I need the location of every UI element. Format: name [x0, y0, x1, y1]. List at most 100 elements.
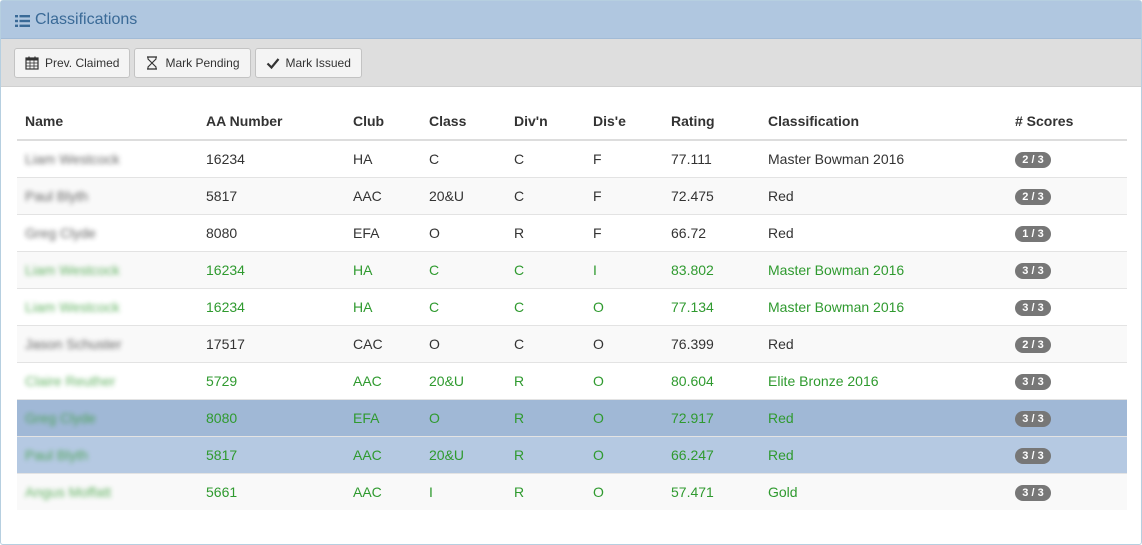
cell-classification: Red [760, 436, 1007, 474]
cell-club: AAC [345, 473, 421, 510]
cell-rating: 77.111 [663, 140, 760, 178]
mark-pending-label: Mark Pending [165, 55, 240, 70]
mark-issued-label: Mark Issued [285, 55, 351, 70]
cell-class: C [421, 140, 506, 178]
cell-class: O [421, 325, 506, 363]
cell-distance: I [585, 251, 663, 289]
checkmark-icon [266, 57, 279, 69]
cell-distance: O [585, 325, 663, 363]
cell-club: CAC [345, 325, 421, 363]
header-class[interactable]: Class [421, 103, 506, 141]
cell-division: R [506, 362, 585, 400]
cell-division: R [506, 473, 585, 510]
archer-name: Claire Reuther [25, 372, 116, 389]
cell-classification: Red [760, 214, 1007, 252]
mark-issued-button[interactable]: Mark Issued [254, 47, 362, 78]
table-row[interactable]: Greg Clyde 8080 EFA O R F 66.72 Red 1 / … [17, 214, 1127, 252]
cell-classification: Master Bowman 2016 [760, 288, 1007, 326]
header-scores[interactable]: # Scores [1007, 103, 1127, 141]
cell-aa-number: 16234 [198, 140, 345, 178]
table-row[interactable]: Angus Moffatt 5661 AAC I R O 57.471 Gold… [17, 473, 1127, 510]
cell-distance: F [585, 177, 663, 215]
cell-classification: Elite Bronze 2016 [760, 362, 1007, 400]
table-row[interactable]: Liam Westcock 16234 HA C C F 77.111 Mast… [17, 140, 1127, 178]
cell-rating: 72.475 [663, 177, 760, 215]
table-row[interactable]: Liam Westcock 16234 HA C C I 83.802 Mast… [17, 251, 1127, 289]
archer-name: Liam Westcock [25, 150, 120, 167]
header-club[interactable]: Club [345, 103, 421, 141]
archer-name: Greg Clyde [25, 409, 96, 426]
cell-class: 20&U [421, 177, 506, 215]
cell-division: C [506, 325, 585, 363]
cell-classification: Red [760, 399, 1007, 437]
scores-badge: 3 / 3 [1015, 410, 1051, 427]
cell-scores: 3 / 3 [1007, 288, 1127, 326]
classifications-table-wrap: Name AA Number Club Class Div'n Dis'e Ra… [17, 103, 1127, 510]
cell-division: C [506, 177, 585, 215]
cell-scores: 3 / 3 [1007, 399, 1127, 437]
cell-name: Angus Moffatt [17, 473, 198, 510]
scores-badge: 2 / 3 [1015, 336, 1051, 353]
cell-name: Liam Westcock [17, 251, 198, 289]
cell-distance: O [585, 473, 663, 510]
mark-pending-button[interactable]: Mark Pending [134, 47, 251, 78]
header-name[interactable]: Name [17, 103, 198, 141]
cell-distance: O [585, 399, 663, 437]
cell-club: AAC [345, 436, 421, 474]
cell-classification: Master Bowman 2016 [760, 140, 1007, 178]
classifications-panel: Classifications Prev. Claimed Mark Pendi… [0, 0, 1142, 545]
cell-club: HA [345, 288, 421, 326]
cell-name: Greg Clyde [17, 214, 198, 252]
cell-name: Paul Blyth [17, 177, 198, 215]
header-division[interactable]: Div'n [506, 103, 585, 141]
cell-club: HA [345, 251, 421, 289]
cell-scores: 3 / 3 [1007, 436, 1127, 474]
table-row[interactable]: Paul Blyth 5817 AAC 20&U C F 72.475 Red … [17, 177, 1127, 215]
cell-distance: F [585, 214, 663, 252]
prev-claimed-button[interactable]: Prev. Claimed [14, 47, 131, 78]
cell-name: Liam Westcock [17, 288, 198, 326]
cell-scores: 3 / 3 [1007, 251, 1127, 289]
cell-aa-number: 5817 [198, 436, 345, 474]
cell-name: Greg Clyde [17, 399, 198, 437]
cell-class: I [421, 473, 506, 510]
cell-club: EFA [345, 399, 421, 437]
header-aa-number[interactable]: AA Number [198, 103, 345, 141]
cell-club: EFA [345, 214, 421, 252]
cell-rating: 77.134 [663, 288, 760, 326]
classifications-table: Name AA Number Club Class Div'n Dis'e Ra… [17, 103, 1127, 510]
calendar-icon [25, 56, 39, 70]
table-row[interactable]: Claire Reuther 5729 AAC 20&U R O 80.604 … [17, 362, 1127, 400]
cell-classification: Red [760, 177, 1007, 215]
table-row-selected[interactable]: Paul Blyth 5817 AAC 20&U R O 66.247 Red … [17, 436, 1127, 474]
cell-aa-number: 5661 [198, 473, 345, 510]
cell-division: R [506, 436, 585, 474]
archer-name: Greg Clyde [25, 224, 96, 241]
cell-division: R [506, 399, 585, 437]
cell-rating: 76.399 [663, 325, 760, 363]
table-header-row: Name AA Number Club Class Div'n Dis'e Ra… [17, 103, 1127, 141]
cell-club: AAC [345, 362, 421, 400]
hourglass-icon [147, 55, 158, 70]
cell-aa-number: 5729 [198, 362, 345, 400]
cell-rating: 80.604 [663, 362, 760, 400]
cell-classification: Red [760, 325, 1007, 363]
cell-name: Liam Westcock [17, 140, 198, 178]
cell-scores: 3 / 3 [1007, 473, 1127, 510]
cell-club: HA [345, 140, 421, 178]
table-row-selected[interactable]: Greg Clyde 8080 EFA O R O 72.917 Red 3 /… [17, 399, 1127, 437]
cell-class: O [421, 214, 506, 252]
table-row[interactable]: Liam Westcock 16234 HA C C O 77.134 Mast… [17, 288, 1127, 326]
table-row[interactable]: Jason Schuster 17517 CAC O C O 76.399 Re… [17, 325, 1127, 363]
scores-badge: 1 / 3 [1015, 225, 1051, 242]
scores-badge: 3 / 3 [1015, 299, 1051, 316]
cell-rating: 72.917 [663, 399, 760, 437]
cell-aa-number: 16234 [198, 288, 345, 326]
panel-heading: Classifications [1, 1, 1141, 39]
header-distance[interactable]: Dis'e [585, 103, 663, 141]
scores-badge: 3 / 3 [1015, 484, 1051, 501]
header-classification[interactable]: Classification [760, 103, 1007, 141]
cell-distance: O [585, 362, 663, 400]
header-rating[interactable]: Rating [663, 103, 760, 141]
list-icon [15, 14, 30, 27]
